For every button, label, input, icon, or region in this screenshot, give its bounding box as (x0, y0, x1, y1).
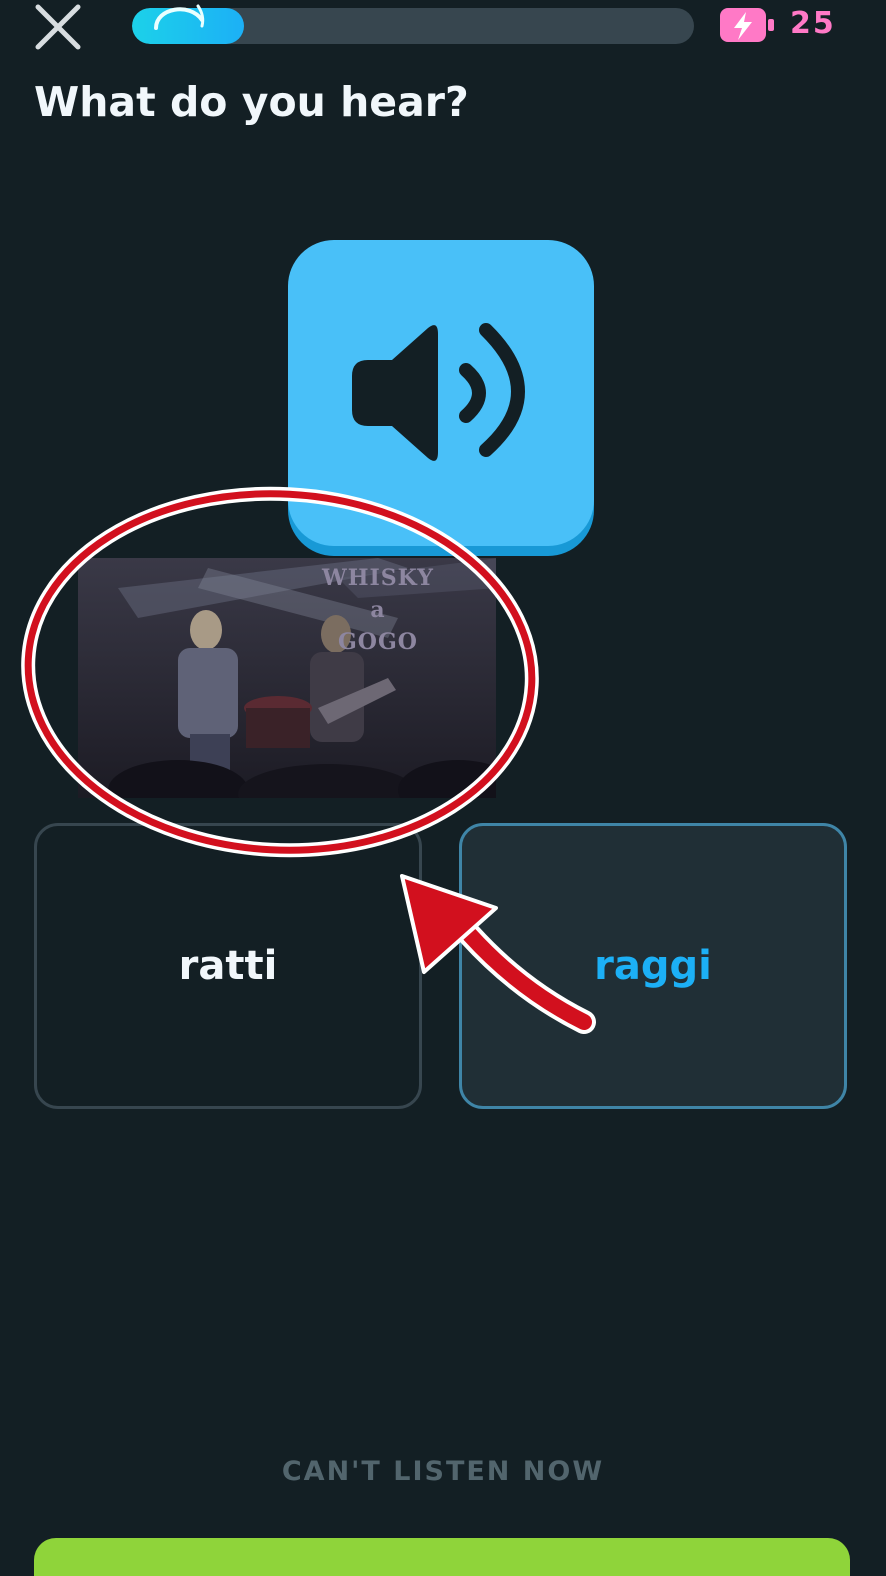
question-prompt: What do you hear? (34, 78, 469, 126)
choice-ratti-button[interactable]: ratti (34, 823, 422, 1109)
choice-label: raggi (594, 943, 712, 989)
energy-battery-icon (720, 8, 774, 42)
energy-count: 25 (790, 6, 836, 41)
play-audio-button[interactable] (288, 240, 594, 546)
speaker-icon (352, 323, 525, 461)
close-button[interactable] (30, 2, 86, 52)
lesson-progress-bar (132, 8, 694, 44)
progress-sparkle-icon (154, 4, 205, 30)
choice-raggi-button[interactable]: raggi (459, 823, 847, 1109)
venue-sign-text: WHISKY a GOGO (322, 565, 434, 655)
close-icon (35, 4, 81, 50)
check-button[interactable] (34, 1538, 850, 1576)
choice-label: ratti (178, 943, 278, 989)
cant-listen-now-button[interactable]: CAN'T LISTEN NOW (0, 1456, 886, 1487)
lesson-screen: 25 What do you hear? WHISKY a GOGO ratti… (0, 0, 886, 1576)
